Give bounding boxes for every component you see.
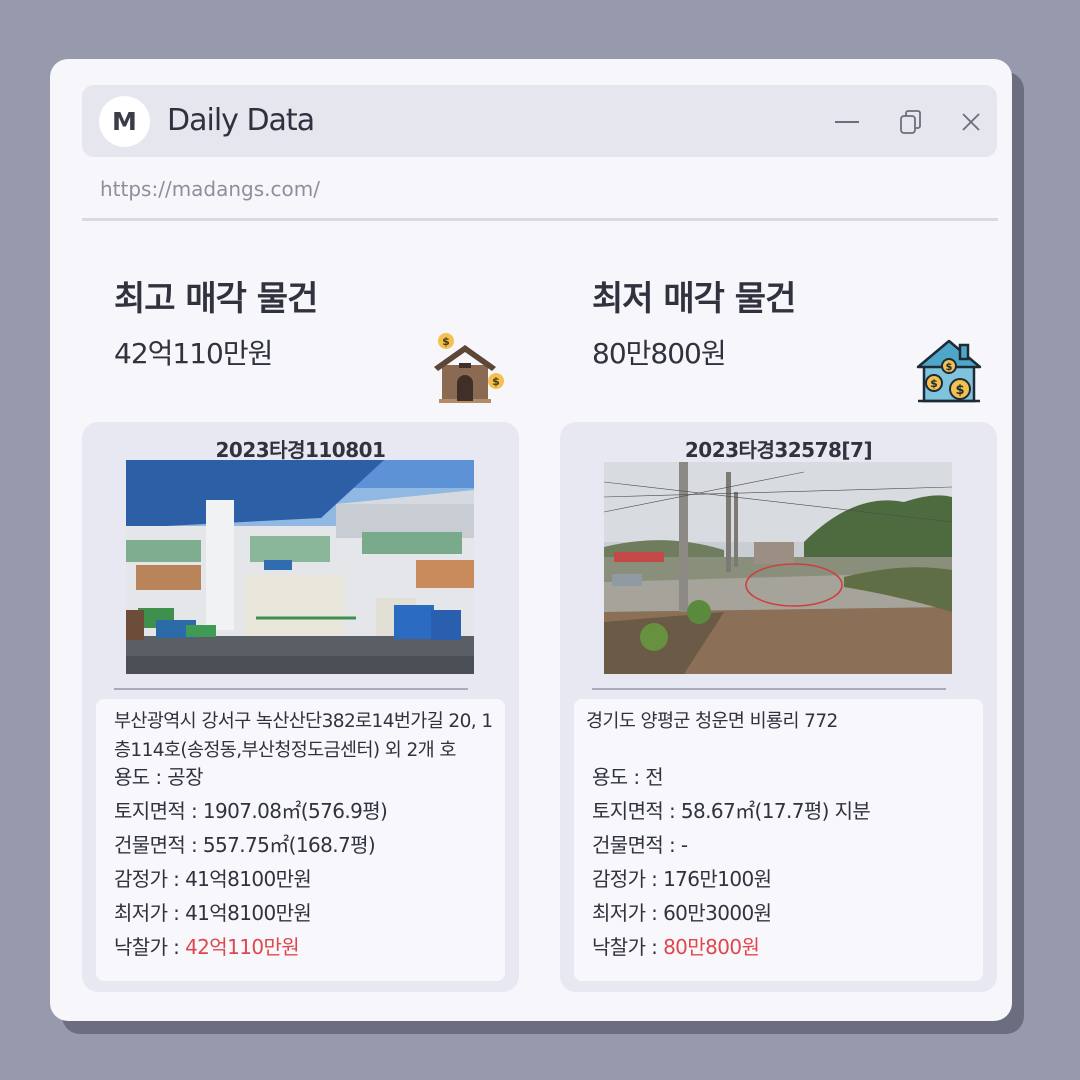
minimum-label: 최저가 : (114, 901, 186, 925)
app-avatar: M (99, 96, 150, 147)
house-dollar-icon: $ $ $ (916, 337, 982, 409)
building-value: 557.75㎡(168.7평) (202, 833, 376, 857)
lowest-address: 경기도 양평군 청운면 비룡리 772 (586, 711, 838, 732)
land-value: 1907.08㎡(576.9평) (202, 799, 388, 823)
highest-card: 2023타경110801 부산광역시 강서구 녹산산단382로14번가길 20,… (82, 422, 519, 992)
svg-text:$: $ (492, 375, 500, 388)
highest-building-row: 건물면적 : 557.75㎡(168.7평) (114, 829, 376, 858)
usage-label: 용도 : (114, 765, 168, 789)
usage-value: 공장 (167, 765, 203, 789)
lowest-heading: 최저 매각 물건 (592, 279, 796, 319)
land-value: 58.67㎡(17.7평) 지분 (680, 799, 871, 823)
highest-property-photo (126, 460, 474, 674)
lowest-price: 80만800원 (592, 337, 727, 370)
highest-heading: 최고 매각 물건 (114, 279, 318, 319)
appraisal-label: 감정가 : (114, 867, 186, 891)
restore-icon (900, 110, 921, 134)
winning-value: 80만800원 (663, 935, 760, 959)
highest-winning-row: 낙찰가 : 42억110만원 (114, 931, 300, 960)
lowest-divider (592, 688, 946, 690)
lowest-appraisal-row: 감정가 : 176만100원 (592, 863, 772, 892)
building-label: 건물면적 : (592, 833, 681, 857)
close-icon (962, 113, 980, 131)
house-with-coins-icon: $ $ (430, 331, 506, 411)
usage-value: 전 (645, 765, 664, 789)
svg-text:$: $ (955, 383, 964, 398)
title-bar: M Daily Data (82, 85, 997, 157)
lowest-winning-row: 낙찰가 : 80만800원 (592, 931, 760, 960)
appraisal-value: 176만100원 (663, 867, 772, 891)
lowest-case-number[interactable]: 2023타경32578[7] (560, 434, 997, 463)
highest-minimum-row: 최저가 : 41억8100만원 (114, 897, 312, 926)
highest-header: 최고 매각 물건 42억110만원 (114, 271, 318, 372)
highest-case-number[interactable]: 2023타경110801 (82, 434, 519, 463)
winning-label: 낙찰가 : (592, 935, 664, 959)
highest-usage-row: 용도 : 공장 (114, 761, 203, 790)
minimum-value: 60만3000원 (663, 901, 772, 925)
lowest-info: 경기도 양평군 청운면 비룡리 772 용도 : 전 토지면적 : 58.67㎡… (574, 699, 983, 981)
lowest-land-row: 토지면적 : 58.67㎡(17.7평) 지분 (592, 795, 871, 824)
highest-divider (114, 688, 468, 690)
svg-text:$: $ (442, 335, 450, 348)
lowest-minimum-row: 최저가 : 60만3000원 (592, 897, 772, 926)
building-label: 건물면적 : (114, 833, 203, 857)
highest-appraisal-row: 감정가 : 41억8100만원 (114, 863, 312, 892)
highest-land-row: 토지면적 : 1907.08㎡(576.9평) (114, 795, 388, 824)
minimize-button[interactable] (830, 105, 864, 139)
appraisal-label: 감정가 : (592, 867, 664, 891)
svg-text:$: $ (946, 362, 953, 373)
highest-address: 부산광역시 강서구 녹산산단382로14번가길 20, 1층114호(송정동,부… (114, 711, 493, 761)
minimum-value: 41억8100만원 (185, 901, 312, 925)
lowest-usage-row: 용도 : 전 (592, 761, 664, 790)
app-title: Daily Data (167, 103, 315, 138)
svg-text:$: $ (930, 377, 938, 390)
winning-value: 42억110만원 (185, 935, 300, 959)
url-divider (82, 218, 998, 221)
usage-label: 용도 : (592, 765, 646, 789)
appraisal-value: 41억8100만원 (185, 867, 312, 891)
minimum-label: 최저가 : (592, 901, 664, 925)
minimize-icon (835, 121, 859, 123)
highest-price: 42억110만원 (114, 337, 273, 370)
url-text[interactable]: https://madangs.com/ (100, 177, 320, 201)
lowest-building-row: 건물면적 : - (592, 829, 688, 858)
app-window: M Daily Data https://madangs.com/ 최고 매각 … (50, 59, 1012, 1021)
close-button[interactable] (954, 105, 988, 139)
lowest-property-photo (604, 462, 952, 674)
lowest-card: 2023타경32578[7] 경기도 양평군 청운면 비룡리 772 용도: … (560, 422, 997, 992)
land-label: 토지면적 : (114, 799, 203, 823)
restore-button[interactable] (894, 105, 928, 139)
winning-label: 낙찰가 : (114, 935, 186, 959)
land-label: 토지면적 : (592, 799, 681, 823)
building-value: - (680, 833, 688, 857)
highest-info: 부산광역시 강서구 녹산산단382로14번가길 20, 1층114호(송정동,부… (96, 699, 505, 981)
lowest-header: 최저 매각 물건 80만800원 (592, 271, 796, 372)
